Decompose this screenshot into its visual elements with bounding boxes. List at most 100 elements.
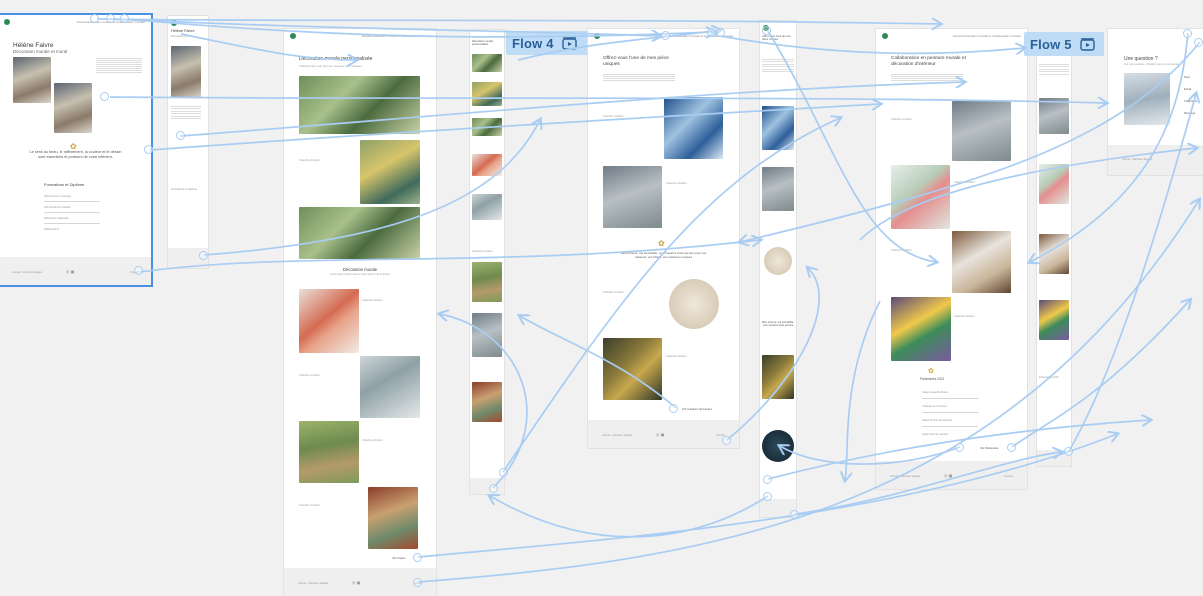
hotspot-marker[interactable] (134, 266, 143, 275)
connector-line (96, 19, 940, 24)
frame-pieces-mobile[interactable]: Offrez-vous l'une de mes pièce uniques M… (760, 21, 796, 517)
intro-text (891, 73, 963, 82)
flow-label: Flow 4 (512, 35, 554, 51)
page-title: Décoration murale personnalisée (299, 56, 373, 62)
footer-contact[interactable]: Contact (1004, 475, 1013, 478)
partner-item[interactable]: Palais Princier de Monaco (922, 419, 952, 422)
hotspot-marker[interactable] (499, 468, 508, 477)
hotspot-marker[interactable] (144, 145, 153, 154)
bird-ornament-icon: ✿ (658, 239, 665, 248)
hotspot-marker[interactable] (176, 131, 185, 140)
card-label: Chambre d'enfant (603, 115, 624, 118)
form-field-message[interactable]: Message (1184, 111, 1195, 115)
hotspot-marker[interactable] (106, 14, 115, 23)
hotspot-marker[interactable] (661, 31, 670, 40)
hotspot-marker[interactable] (90, 14, 99, 23)
see-partners-link[interactable]: Voir Partenaires (980, 447, 998, 450)
prototype-canvas[interactable]: Accueil Décoration Créations Collaborati… (0, 0, 1203, 596)
frame-collaboration-mobile[interactable]: Collaboration en peinture murale Partena… (1037, 34, 1071, 466)
gallery-image (891, 165, 950, 229)
hotspot-marker[interactable] (955, 443, 964, 452)
hotspot-marker[interactable] (763, 492, 772, 501)
hero-image (299, 76, 420, 134)
see-projects-link[interactable]: Voir Projets (392, 557, 405, 560)
hotspot-marker[interactable] (707, 28, 716, 37)
gallery-image (472, 382, 502, 422)
footer-links[interactable]: Accueil · Mentions légales (298, 582, 328, 585)
hotspot-marker[interactable] (120, 14, 129, 23)
form-field-email[interactable]: Email (1184, 87, 1191, 91)
form-field-name[interactable]: Nom (1184, 75, 1190, 79)
hotspot-marker[interactable] (1194, 38, 1203, 47)
nav-links[interactable]: Accueil Décoration Créations Collaborati… (953, 34, 1021, 38)
gallery-image (299, 207, 420, 259)
list-item: 2004 Cursus en Design (44, 195, 72, 198)
hotspot-marker[interactable] (413, 553, 422, 562)
footer-links[interactable]: Accueil · Mentions légales (602, 434, 632, 437)
hotspot-marker[interactable] (716, 28, 725, 37)
flow-play-icon[interactable] (1079, 37, 1095, 51)
frame-home-mobile[interactable]: Hélène Faivre Décoration et mural Format… (168, 16, 208, 268)
hotspot-marker[interactable] (722, 436, 731, 445)
bio-text (96, 57, 142, 74)
nav-links[interactable]: Accueil Décoration Créations Collaborati… (362, 34, 430, 38)
frame-decoration-desktop[interactable]: Accueil Décoration Créations Collaborati… (284, 29, 436, 596)
footer: Accueil · Mentions légales (1108, 145, 1203, 175)
hotspot-marker[interactable] (413, 578, 422, 587)
form-field-phone[interactable]: Téléphone (1184, 99, 1197, 103)
hotspot-marker[interactable] (669, 404, 678, 413)
section-title: Partenaires 2021 (1039, 376, 1059, 379)
social-icons[interactable]: ◎ ▣ (656, 432, 664, 437)
frame-home-desktop[interactable]: Accueil Décoration Créations Collaborati… (0, 15, 151, 285)
hotspot-marker[interactable] (489, 484, 498, 493)
frame-decoration-mobile[interactable]: Décoration murale personnalisée Chambre … (470, 30, 504, 494)
gallery-image (472, 313, 502, 357)
list-item: 2001 Ecole de Création (44, 206, 72, 209)
social-icons[interactable]: ◎ ▣ (944, 473, 952, 478)
partner-item[interactable]: Atelier Pascal Legrand (922, 433, 948, 436)
logo-icon (171, 20, 177, 26)
card-label: Chambre d'enfant (299, 159, 320, 162)
social-icons[interactable]: ◎ ▣ (352, 580, 360, 585)
social-icons[interactable]: ◎ ▣ (66, 269, 74, 274)
partner-item[interactable]: Stage Aquarelle Maria (922, 391, 948, 394)
frame-pieces-desktop[interactable]: Accueil Décoration Créations Collaborati… (588, 29, 739, 448)
card-label: Chambre d'enfant (299, 374, 320, 377)
frame-collaboration-desktop[interactable]: Accueil Décoration Créations Collaborati… (876, 29, 1027, 489)
page-subtitle: Transformez vos murs en œuvres d'art uni… (299, 64, 362, 68)
top-nav: Accueil Décoration Créations Collaborati… (290, 33, 430, 41)
hotspot-marker[interactable] (1183, 29, 1192, 38)
hotspot-marker[interactable] (1064, 447, 1073, 456)
hotspot-marker[interactable] (762, 26, 771, 35)
gallery-image (952, 101, 1011, 161)
intro-text (603, 73, 675, 82)
gallery-image (1039, 164, 1069, 204)
logo-icon (882, 33, 888, 39)
hotspot-marker[interactable] (763, 475, 772, 484)
gallery-image (891, 297, 951, 361)
footer-links[interactable]: Accueil · Mentions légales (890, 475, 920, 478)
hotspot-marker[interactable] (199, 251, 208, 260)
list-item: 2002 Ecole Nationale (44, 217, 69, 220)
section-subtitle: Lorem ipsum lorem ipsum lorem ipsum lore… (330, 273, 390, 276)
flow-4-badge[interactable]: Flow 4 (506, 31, 588, 55)
footer-links[interactable]: Accueil · Mentions légales (12, 271, 42, 274)
partner-item[interactable]: Château de Crémieux (922, 405, 947, 408)
page-subtitle: Décoration murale et mural (13, 49, 68, 54)
flow-play-icon[interactable] (561, 36, 577, 50)
hotspot-marker[interactable] (100, 92, 109, 101)
footer: Accueil · Mentions légales Contact ◎ ▣ (588, 420, 739, 448)
card-label: Chambre d'enfant (603, 291, 624, 294)
flow-5-badge[interactable]: Flow 5 (1024, 32, 1104, 56)
footer-links[interactable]: Accueil · Mentions légales (1122, 158, 1152, 161)
see-creations-link[interactable]: Voir Créations de bureaux (682, 408, 712, 411)
card-label: Chambre d'enfant (472, 250, 493, 253)
gallery-image (762, 106, 794, 150)
hotspot-marker[interactable] (790, 510, 799, 519)
gallery-image (299, 421, 359, 483)
divider (44, 223, 100, 224)
hotspot-marker[interactable] (1007, 443, 1016, 452)
frame-contact[interactable]: Une question ? Oui, bien entendu, n'hési… (1108, 29, 1203, 175)
divider (922, 398, 978, 399)
card-label: Chambre d'enfant (666, 182, 687, 185)
